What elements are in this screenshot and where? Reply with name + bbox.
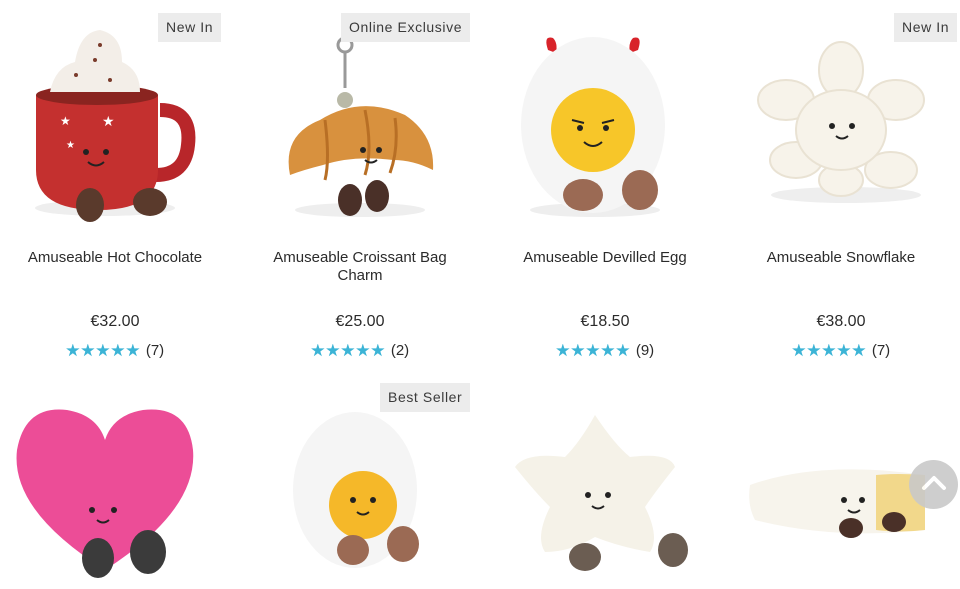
product-price: €18.50 <box>580 313 630 330</box>
star-icon <box>96 343 110 357</box>
svg-text:★: ★ <box>66 140 75 151</box>
svg-text:★: ★ <box>102 113 115 129</box>
review-count: (7) <box>145 342 165 359</box>
product-card-hot-chocolate[interactable]: ★ ★ ★ New In Amuseable Hot Chocolate €32… <box>0 0 230 370</box>
product-grid: ★ ★ ★ New In Amuseable Hot Chocolate €32… <box>0 0 960 589</box>
chevron-up-icon <box>921 473 947 496</box>
star-icon <box>81 343 95 357</box>
star-icon <box>556 343 570 357</box>
badge-best-seller: Best Seller <box>380 383 471 412</box>
review-count: (7) <box>871 342 891 359</box>
star-icon <box>571 343 585 357</box>
star-icon <box>792 343 806 357</box>
product-title[interactable]: Amuseable Hot Chocolate <box>10 249 220 267</box>
star-icon <box>807 343 821 357</box>
star-icon <box>66 343 80 357</box>
star-rating-icon <box>556 343 630 358</box>
product-card-star[interactable] <box>490 380 720 589</box>
star-icon <box>837 343 851 357</box>
rating: (2) <box>245 342 475 359</box>
star-rating-icon <box>66 343 140 358</box>
star-icon <box>616 343 630 357</box>
product-price: €38.00 <box>816 313 866 330</box>
pink-heart-plush-image[interactable] <box>0 380 230 589</box>
star-icon <box>326 343 340 357</box>
product-card-heart[interactable] <box>0 380 230 589</box>
star-icon <box>822 343 836 357</box>
rating: (7) <box>0 342 230 359</box>
star-icon <box>371 343 385 357</box>
svg-text:★: ★ <box>60 114 71 128</box>
star-icon <box>311 343 325 357</box>
star-icon <box>356 343 370 357</box>
rating: (9) <box>490 342 720 359</box>
product-card-snowflake[interactable]: New In Amuseable Snowflake €38.00 (7) <box>726 0 958 370</box>
devilled-egg-plush-image[interactable] <box>490 0 720 230</box>
product-card-croissant[interactable]: Online Exclusive Amuseable Croissant Bag… <box>245 0 475 370</box>
review-count: (9) <box>635 342 655 359</box>
product-title[interactable]: Amuseable Croissant Bag Charm <box>255 249 465 285</box>
review-count: (2) <box>390 342 410 359</box>
badge-online-exclusive: Online Exclusive <box>341 13 471 42</box>
star-plush-image[interactable] <box>490 380 720 589</box>
star-icon <box>852 343 866 357</box>
star-icon <box>111 343 125 357</box>
product-card-boiled-egg[interactable]: Best Seller <box>245 380 475 589</box>
star-icon <box>586 343 600 357</box>
product-price: €25.00 <box>335 313 385 330</box>
product-price: €32.00 <box>90 313 140 330</box>
scroll-to-top-button[interactable] <box>909 460 958 509</box>
star-rating-icon <box>311 343 385 358</box>
product-title[interactable]: Amuseable Snowflake <box>736 249 946 267</box>
product-title[interactable]: Amuseable Devilled Egg <box>500 249 710 267</box>
star-icon <box>341 343 355 357</box>
star-rating-icon <box>792 343 866 358</box>
rating: (7) <box>726 342 956 359</box>
star-icon <box>601 343 615 357</box>
product-card-devilled-egg[interactable]: Amuseable Devilled Egg €18.50 (9) <box>490 0 720 370</box>
badge-new-in: New In <box>894 13 958 42</box>
star-icon <box>126 343 140 357</box>
badge-new-in: New In <box>158 13 222 42</box>
